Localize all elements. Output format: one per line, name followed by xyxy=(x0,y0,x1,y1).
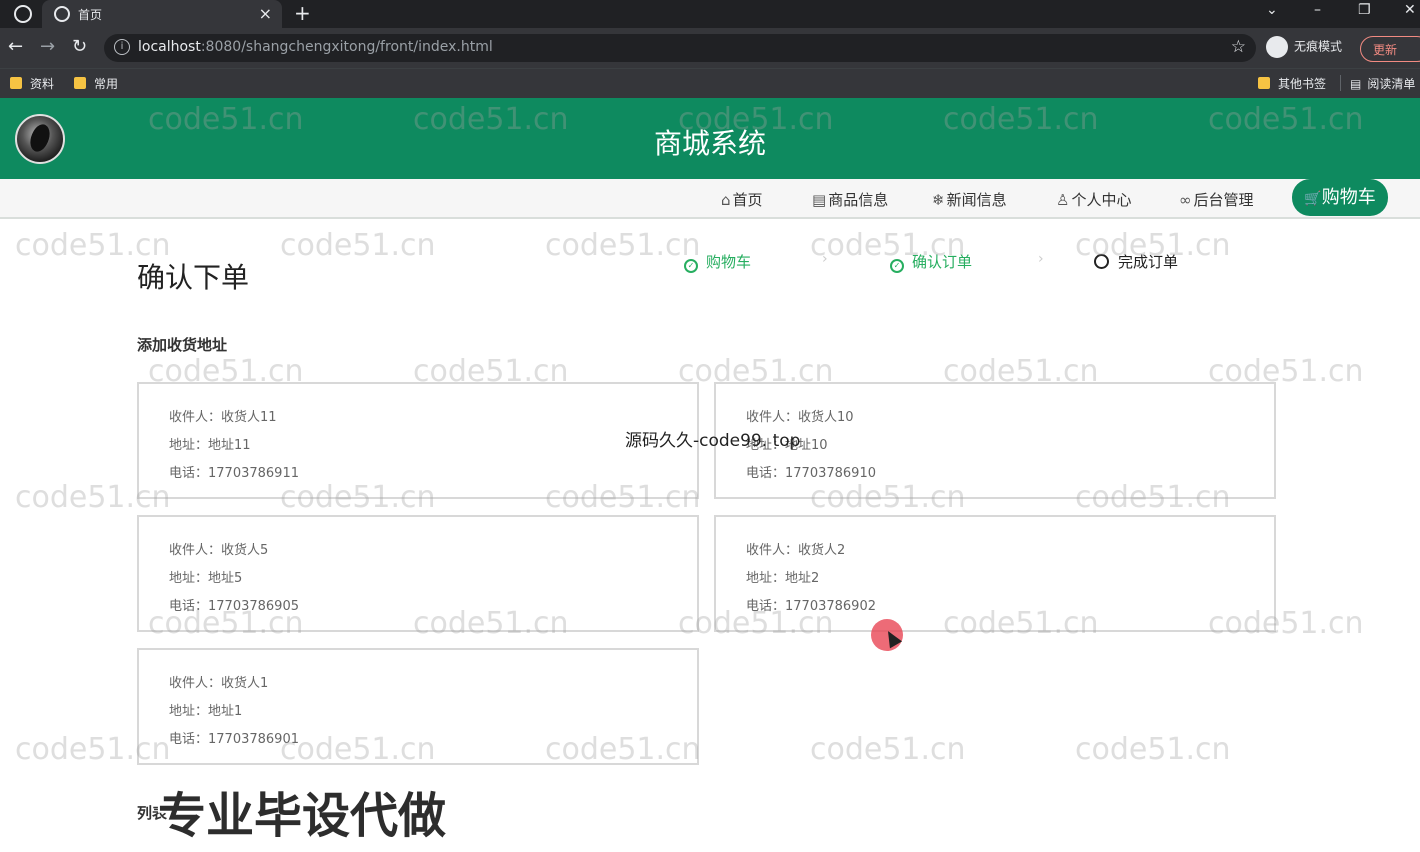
recipient-phone: 电话：17703786901 xyxy=(169,732,299,747)
step-complete: 完成订单 xyxy=(1094,251,1178,272)
tab-strip: 首页 × + ⌄ – ❐ ✕ xyxy=(0,0,1420,28)
reading-list[interactable]: ▤ 阅读清单 xyxy=(1350,75,1415,92)
home-icon: ⌂ xyxy=(721,191,731,209)
bookmark-folder[interactable]: 常用 xyxy=(74,75,118,92)
tab-close-icon[interactable]: × xyxy=(259,4,272,23)
recipient-phone: 电话：17703786910 xyxy=(746,466,876,481)
browser-chrome: 首页 × + ⌄ – ❐ ✕ ← → ↻ i localhost:8080/sh… xyxy=(0,0,1420,98)
minimize-button[interactable]: – xyxy=(1314,2,1321,18)
recipient-address: 地址：地址5 xyxy=(169,571,243,586)
address-card[interactable]: 收件人：收货人1 地址：地址1 电话：17703786901 xyxy=(137,648,699,765)
incognito-indicator[interactable]: 无痕模式 xyxy=(1266,36,1342,58)
recipient-phone: 电话：17703786902 xyxy=(746,599,876,614)
browser-toolbar: ← → ↻ i localhost:8080/shangchengxitong/… xyxy=(0,28,1420,68)
tab-title: 首页 xyxy=(78,8,103,22)
forward-icon[interactable]: → xyxy=(40,36,55,57)
update-button[interactable]: 更新 xyxy=(1360,36,1420,62)
chevron-right-icon: › xyxy=(1038,251,1044,267)
recipient-phone: 电话：17703786905 xyxy=(169,599,299,614)
chevron-right-icon: › xyxy=(822,251,828,267)
check-circle-icon: ✓ xyxy=(684,259,698,273)
bookmark-folder[interactable]: 资料 xyxy=(10,75,54,92)
user-icon: ♙ xyxy=(1056,191,1070,209)
recipient-name: 收件人：收货人10 xyxy=(746,410,854,425)
bookmarks-bar: 资料 常用 其他书签 ▤ 阅读清单 xyxy=(0,68,1420,98)
active-tab[interactable]: 首页 × xyxy=(42,0,282,28)
link-icon: ∞ xyxy=(1179,191,1192,209)
main-nav: ⌂ 首页 ▤ 商品信息 ❄ 新闻信息 ♙ 个人中心 ∞ 后台管理 🛒购物车 xyxy=(0,179,1420,219)
recipient-name: 收件人：收货人5 xyxy=(169,543,269,558)
cart-icon: 🛒 xyxy=(1304,191,1322,207)
bookmark-star-icon[interactable]: ☆ xyxy=(1231,37,1246,57)
nav-home[interactable]: ⌂ 首页 xyxy=(721,189,763,210)
incognito-icon xyxy=(1266,36,1288,58)
site-title: 商城系统 xyxy=(653,127,766,160)
tab-search-icon[interactable]: ⌄ xyxy=(1266,2,1278,18)
nav-cart-button[interactable]: 🛒购物车 xyxy=(1292,179,1388,216)
site-header: 商城系统 xyxy=(0,98,1420,179)
source-watermark-text: 源码久久-code99. top xyxy=(625,431,801,451)
recipient-phone: 电话：17703786911 xyxy=(169,466,299,481)
watermark: code51.cn xyxy=(280,228,436,263)
address-card[interactable]: 收件人：收货人5 地址：地址5 电话：17703786905 xyxy=(137,515,699,632)
check-circle-icon: ✓ xyxy=(890,259,904,273)
folder-icon xyxy=(74,77,86,89)
circle-icon xyxy=(1094,254,1109,269)
watermark: code51.cn xyxy=(810,732,966,767)
new-tab-button[interactable]: + xyxy=(294,1,311,25)
recipient-address: 地址：地址11 xyxy=(169,438,251,453)
address-section-label: 添加收货地址 xyxy=(137,336,228,354)
address-card[interactable]: 收件人：收货人2 地址：地址2 电话：17703786902 xyxy=(714,515,1276,632)
address-bar[interactable]: i localhost:8080/shangchengxitong/front/… xyxy=(104,34,1256,62)
browser-menu-icon[interactable] xyxy=(14,5,32,23)
recipient-name: 收件人：收货人11 xyxy=(169,410,277,425)
reload-icon[interactable]: ↻ xyxy=(72,36,87,57)
address-card[interactable]: 收件人：收货人11 地址：地址11 电话：17703786911 xyxy=(137,382,699,499)
watermark: code51.cn xyxy=(1075,732,1231,767)
close-window-button[interactable]: ✕ xyxy=(1404,2,1416,18)
recipient-name: 收件人：收货人1 xyxy=(169,676,269,691)
page-title: 确认下单 xyxy=(137,261,250,294)
back-icon[interactable]: ← xyxy=(8,36,23,57)
promo-overlay-text: 专业毕设代做 xyxy=(158,788,447,844)
snowflake-icon: ❄ xyxy=(932,191,945,209)
info-icon[interactable]: i xyxy=(114,39,130,55)
folder-icon xyxy=(10,77,22,89)
url-text[interactable]: localhost:8080/shangchengxitong/front/in… xyxy=(138,39,493,55)
document-icon: ▤ xyxy=(812,191,827,209)
bookmark-divider xyxy=(1340,75,1341,91)
restore-button[interactable]: ❐ xyxy=(1358,2,1371,18)
recipient-name: 收件人：收货人2 xyxy=(746,543,846,558)
recipient-address: 地址：地址1 xyxy=(169,704,243,719)
nav-products[interactable]: ▤ 商品信息 xyxy=(812,189,888,210)
nav-news[interactable]: ❄ 新闻信息 xyxy=(932,189,1007,210)
nav-profile[interactable]: ♙ 个人中心 xyxy=(1056,189,1131,210)
recipient-address: 地址：地址2 xyxy=(746,571,820,586)
reading-list-icon: ▤ xyxy=(1350,77,1362,91)
globe-icon xyxy=(54,6,70,22)
bookmark-folder[interactable]: 其他书签 xyxy=(1258,75,1326,92)
folder-icon xyxy=(1258,77,1270,89)
watermark: code51.cn xyxy=(545,228,701,263)
step-cart: ✓ 购物车 xyxy=(684,251,751,273)
step-confirm: ✓ 确认订单 xyxy=(890,251,972,273)
nav-admin[interactable]: ∞ 后台管理 xyxy=(1179,189,1254,210)
